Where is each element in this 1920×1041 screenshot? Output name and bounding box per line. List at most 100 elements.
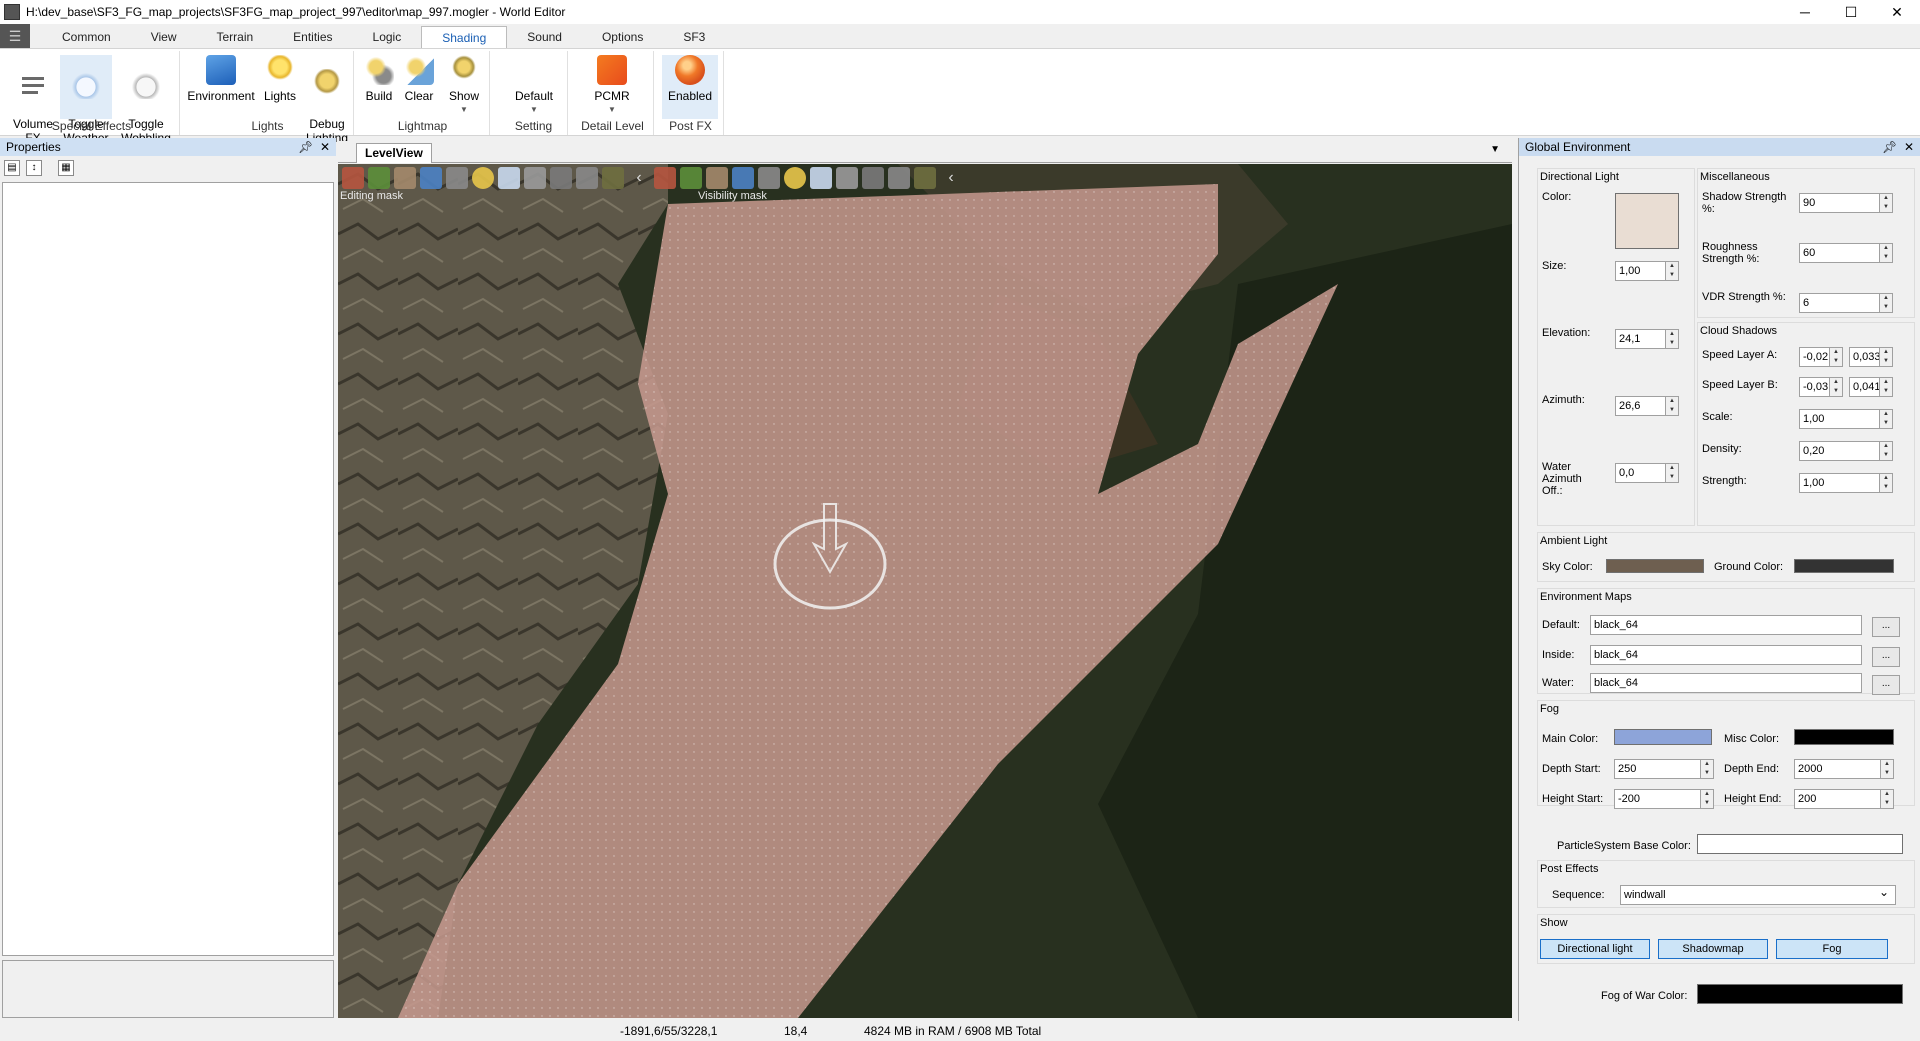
property-grid[interactable]	[2, 182, 334, 956]
cloud-icon	[71, 69, 101, 99]
water-map-input[interactable]: black_64	[1590, 673, 1862, 693]
inside-map-browse-button[interactable]: ...	[1872, 647, 1900, 667]
pcmr-dropdown[interactable]: PCMR ▼	[586, 55, 638, 117]
portal-icon[interactable]	[550, 167, 572, 189]
particle-base-color-swatch[interactable]	[1697, 834, 1903, 854]
speaker-icon[interactable]	[524, 167, 546, 189]
directional-color-swatch[interactable]	[1615, 193, 1679, 249]
clear-button[interactable]: Clear	[400, 55, 438, 103]
cloud-strength-spinner[interactable]: 1,00	[1799, 473, 1893, 493]
speed-layer-b-y-spinner[interactable]: 0,041	[1849, 377, 1893, 397]
vis-map-pin-icon[interactable]	[888, 167, 910, 189]
toggle-weather-button[interactable]: Toggle Weather	[60, 55, 112, 145]
elevation-spinner[interactable]: 24,1	[1615, 329, 1679, 349]
vis-speaker-icon[interactable]	[836, 167, 858, 189]
property-pages-icon[interactable]: ▦	[58, 160, 74, 176]
tab-options[interactable]: Options	[582, 26, 663, 48]
ground-color-swatch[interactable]	[1794, 559, 1894, 573]
maximize-button[interactable]: ☐	[1828, 0, 1874, 24]
app-menu-icon[interactable]: ☰	[0, 24, 30, 48]
fog-height-end-spinner[interactable]: 200	[1794, 789, 1894, 809]
sky-color-swatch[interactable]	[1606, 559, 1704, 573]
default-map-input[interactable]: black_64	[1590, 615, 1862, 635]
speed-layer-a-y-spinner[interactable]: 0,033	[1849, 347, 1893, 367]
water-map-browse-button[interactable]: ...	[1872, 675, 1900, 695]
close-button[interactable]: ✕	[1874, 0, 1920, 24]
tab-entities[interactable]: Entities	[273, 26, 352, 48]
grid-icon[interactable]	[498, 167, 520, 189]
entity-icon[interactable]	[602, 167, 624, 189]
properties-header: Properties 📌︎ ✕	[0, 138, 336, 156]
vis-entity-icon[interactable]	[914, 167, 936, 189]
scene-render	[338, 164, 1512, 1018]
show-fog-toggle[interactable]: Fog	[1776, 939, 1888, 959]
size-spinner[interactable]: 1,00	[1615, 261, 1679, 281]
volume-fx-icon	[18, 69, 48, 99]
signpost-icon[interactable]	[394, 167, 416, 189]
group-setting: Default ▼ Setting	[500, 51, 568, 135]
vis-layers-icon[interactable]	[758, 167, 780, 189]
tab-common[interactable]: Common	[42, 26, 131, 48]
environment-button[interactable]: Environment	[186, 55, 256, 103]
vis-collapse-left-icon[interactable]: ‹	[940, 169, 962, 187]
speed-layer-b-x-spinner[interactable]: -0,03	[1799, 377, 1843, 397]
lightbulb-icon[interactable]	[472, 167, 494, 189]
show-directional-light-toggle[interactable]: Directional light	[1540, 939, 1650, 959]
categorized-icon[interactable]: ▤	[4, 160, 20, 176]
setting-default-dropdown[interactable]: Default ▼	[506, 89, 562, 117]
water-icon[interactable]	[420, 167, 442, 189]
show-shadowmap-toggle[interactable]: Shadowmap	[1658, 939, 1768, 959]
default-map-browse-button[interactable]: ...	[1872, 617, 1900, 637]
layers-icon[interactable]	[446, 167, 468, 189]
tab-sound[interactable]: Sound	[507, 26, 582, 48]
vis-water-icon[interactable]	[732, 167, 754, 189]
pin-icon[interactable]: 📌︎	[298, 140, 313, 154]
close-icon[interactable]: ✕	[320, 140, 330, 154]
grass-layer-icon[interactable]	[368, 167, 390, 189]
vis-grass-icon[interactable]	[680, 167, 702, 189]
terrain-layer-icon[interactable]	[342, 167, 364, 189]
tab-terrain[interactable]: Terrain	[196, 26, 273, 48]
cloud-scale-spinner[interactable]: 1,00	[1799, 409, 1893, 429]
tab-sf3[interactable]: SF3	[663, 26, 725, 48]
speed-layer-a-x-spinner[interactable]: -0,02	[1799, 347, 1843, 367]
postfx-enabled-button[interactable]: Enabled	[662, 55, 718, 119]
shadow-strength-spinner[interactable]: 90	[1799, 193, 1893, 213]
show-bulb-icon	[449, 55, 479, 85]
vis-signpost-icon[interactable]	[706, 167, 728, 189]
sort-az-icon[interactable]: ↕	[26, 160, 42, 176]
tab-levelview[interactable]: LevelView	[356, 143, 432, 163]
vis-grid-icon[interactable]	[810, 167, 832, 189]
fog-misc-color-swatch[interactable]	[1794, 729, 1894, 745]
tab-list-chevron-icon[interactable]: ▼	[1490, 144, 1500, 155]
vis-portal-icon[interactable]	[862, 167, 884, 189]
inside-map-input[interactable]: black_64	[1590, 645, 1862, 665]
group-post-fx: Enabled Post FX	[658, 51, 724, 135]
minimize-button[interactable]: ─	[1782, 0, 1828, 24]
pin-icon[interactable]: 📌︎	[1882, 140, 1897, 154]
show-lightmap-dropdown[interactable]: Show ▼	[442, 55, 486, 117]
fog-depth-start-spinner[interactable]: 250	[1614, 759, 1714, 779]
vis-terrain-icon[interactable]	[654, 167, 676, 189]
fog-of-war-color-swatch[interactable]	[1697, 984, 1903, 1004]
roughness-strength-spinner[interactable]: 60	[1799, 243, 1893, 263]
fog-height-start-spinner[interactable]: -200	[1614, 789, 1714, 809]
tab-view[interactable]: View	[131, 26, 197, 48]
build-button[interactable]: Build	[360, 55, 398, 103]
cloud-density-spinner[interactable]: 0,20	[1799, 441, 1893, 461]
fog-main-color-swatch[interactable]	[1614, 729, 1712, 745]
water-azimuth-spinner[interactable]: 0,0	[1615, 463, 1679, 483]
fog-depth-end-spinner[interactable]: 2000	[1794, 759, 1894, 779]
chevron-down-icon: ▼	[608, 105, 616, 114]
tab-logic[interactable]: Logic	[353, 26, 422, 48]
lights-button[interactable]: Lights	[260, 55, 300, 103]
azimuth-spinner[interactable]: 26,6	[1615, 396, 1679, 416]
vdr-strength-spinner[interactable]: 6	[1799, 293, 1893, 313]
sequence-select[interactable]: windwall	[1620, 883, 1896, 905]
collapse-left-icon[interactable]: ‹	[628, 169, 650, 187]
map-pin-icon[interactable]	[576, 167, 598, 189]
close-icon[interactable]: ✕	[1904, 140, 1914, 154]
tab-shading[interactable]: Shading	[421, 26, 508, 48]
vis-lightbulb-icon[interactable]	[784, 167, 806, 189]
level-viewport[interactable]: ‹ ‹ Editing mask Visibility mask	[338, 164, 1512, 1018]
